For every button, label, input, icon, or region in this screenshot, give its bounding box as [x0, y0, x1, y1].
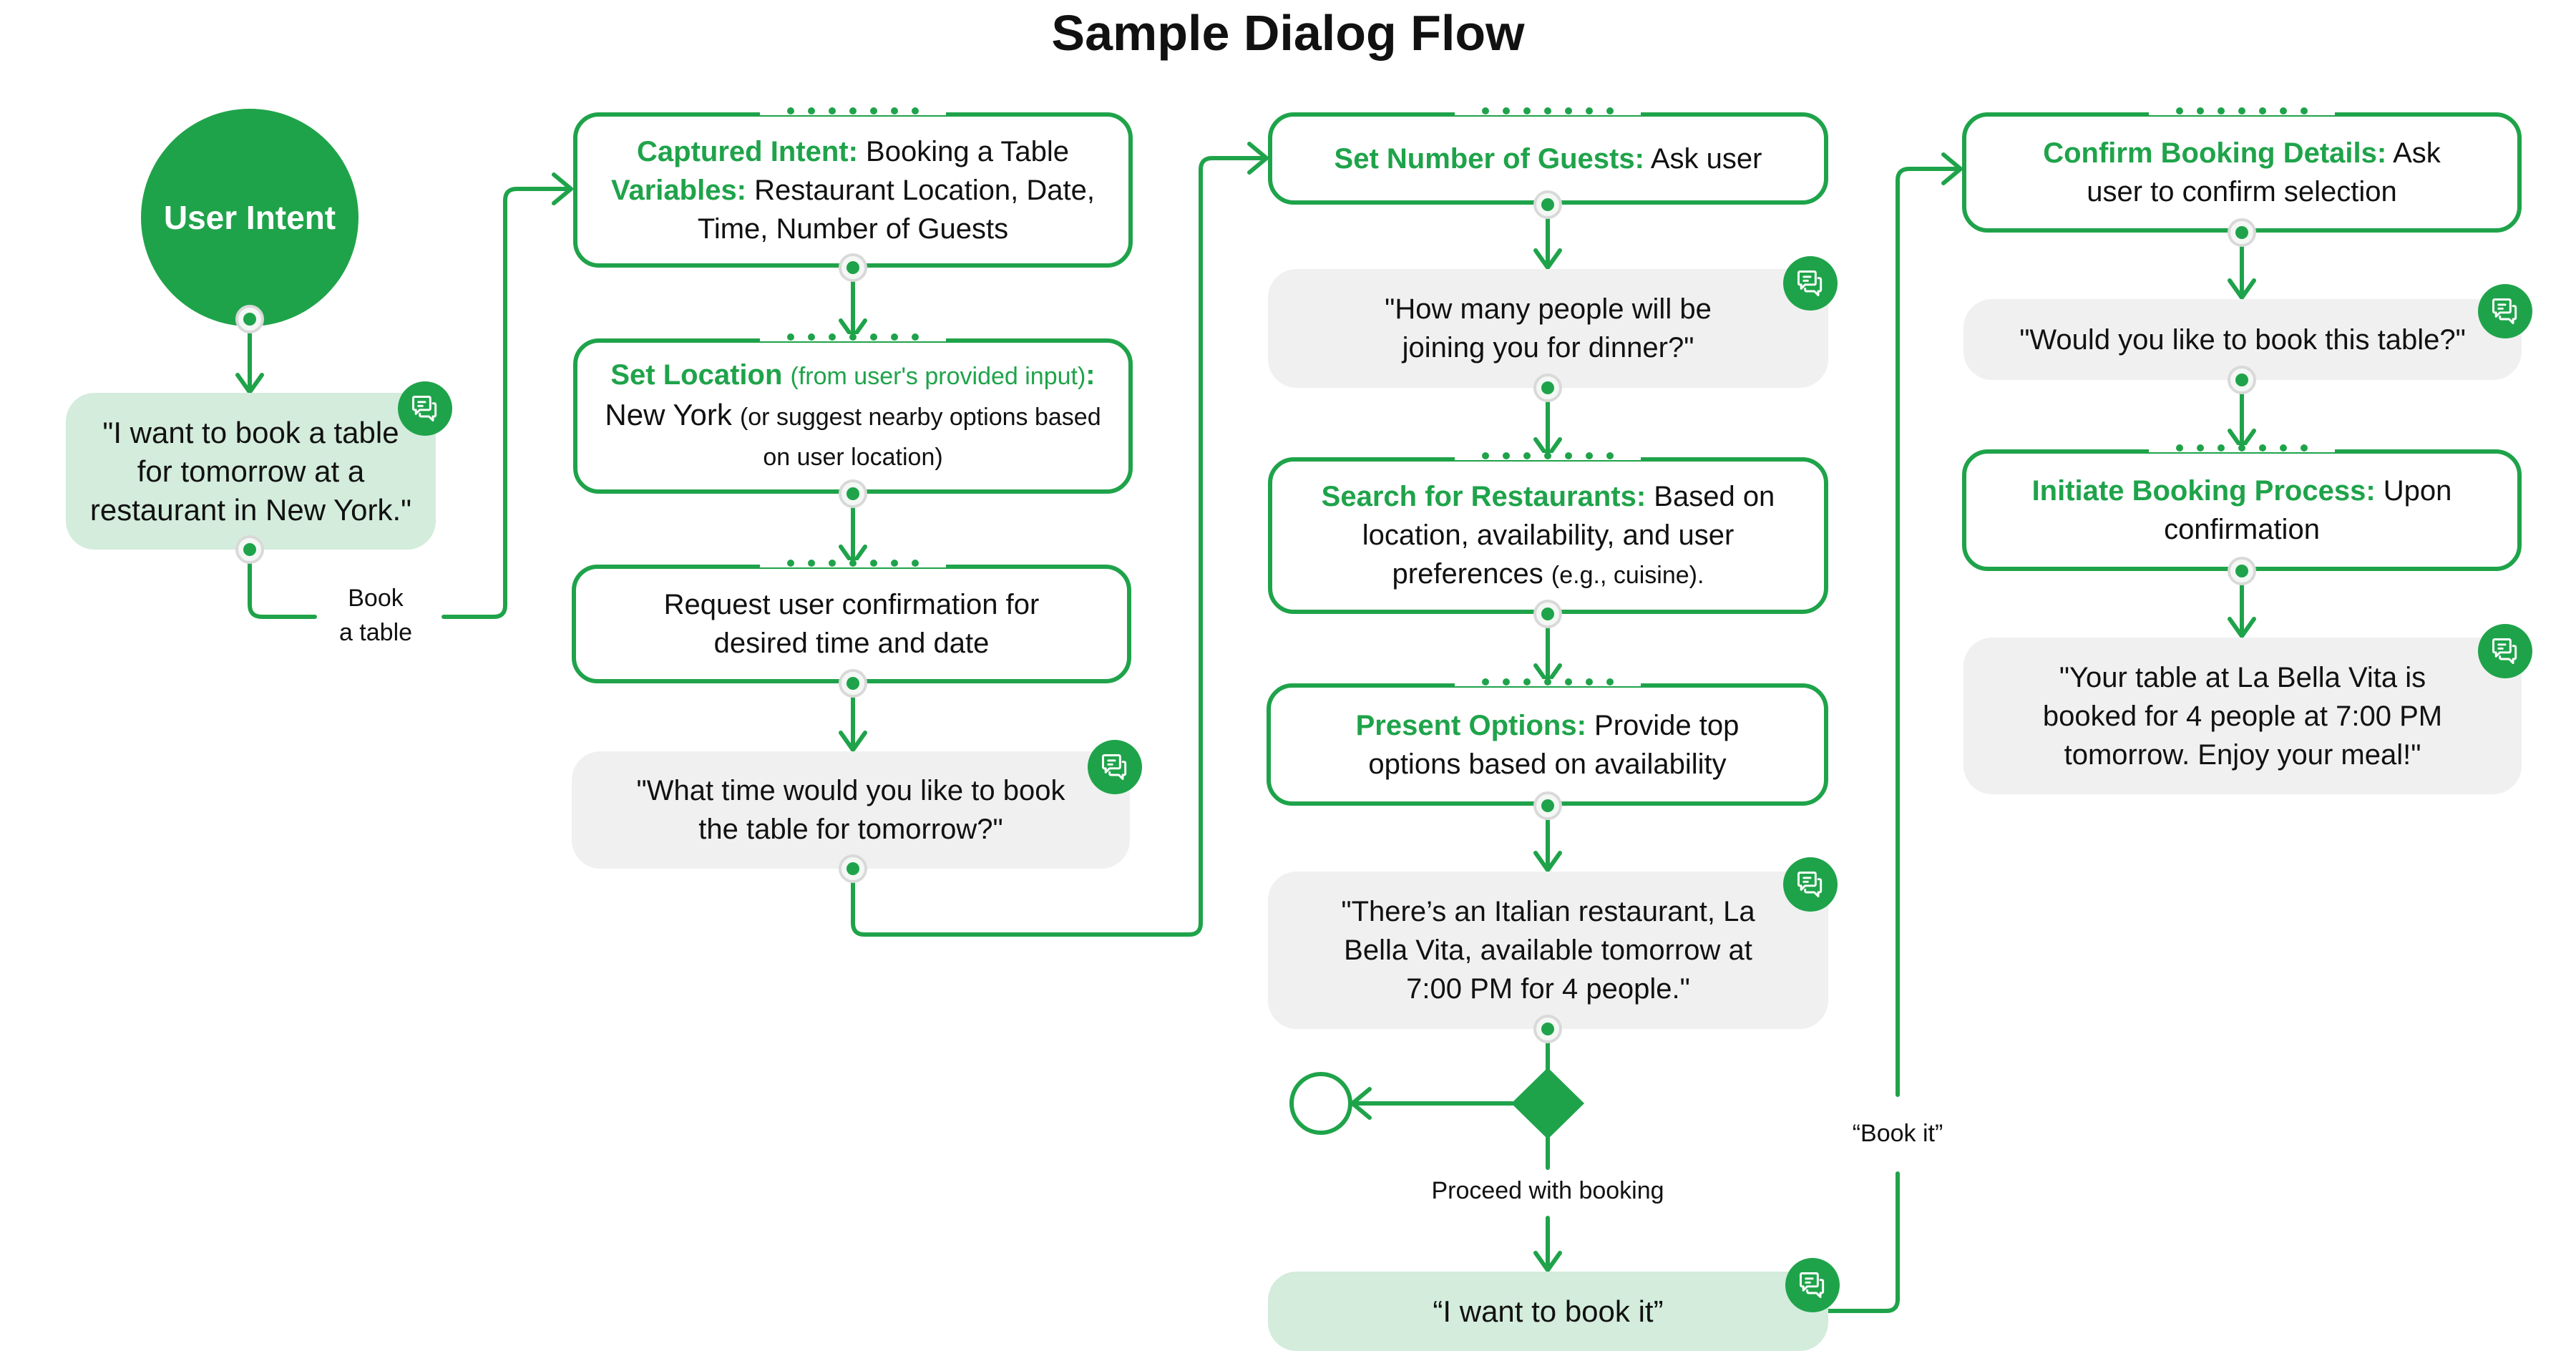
- variables-value: Restaurant Location, Date, Time, Number …: [697, 174, 1095, 245]
- prompt-text: "How many people will be joining you for…: [1385, 293, 1712, 364]
- node-captured-intent[interactable]: Captured Intent: Booking a Table Variabl…: [573, 112, 1133, 268]
- edge-label-line: Book: [348, 585, 404, 612]
- present-key: Present Options:: [1355, 709, 1586, 741]
- utterance-text: “I want to book it”: [1433, 1294, 1664, 1328]
- edge-label-text: Proceed with booking: [1431, 1177, 1664, 1204]
- user-utterance-book-it[interactable]: “I want to book it”: [1268, 1272, 1828, 1351]
- node-set-location[interactable]: Set Location (from user's provided input…: [573, 338, 1133, 494]
- edge-utterance-to-captured: [248, 547, 317, 619]
- node-confirm-booking[interactable]: Confirm Booking Details: Ask user to con…: [1962, 112, 2522, 233]
- search-key: Search for Restaurants:: [1321, 480, 1646, 512]
- bot-offer-restaurant[interactable]: "There’s an Italian restaurant, La Bella…: [1268, 872, 1828, 1029]
- chat-icon: [398, 381, 452, 436]
- chat-icon: [2478, 624, 2532, 678]
- page-title: Sample Dialog Flow: [1051, 5, 1525, 61]
- offer-text: "There’s an Italian restaurant, La Bella…: [1341, 896, 1755, 1005]
- chat-icon: [1783, 857, 1838, 912]
- chat-icon: [1783, 256, 1838, 311]
- colon: :: [1085, 359, 1096, 391]
- chat-icon: [1785, 1258, 1840, 1312]
- bot-prompt-guests[interactable]: "How many people will be joining you for…: [1268, 269, 1828, 388]
- confirmation-text: "Your table at La Bella Vita is booked f…: [2042, 661, 2443, 771]
- prompt-text: "What time would you like to book the ta…: [636, 775, 1065, 845]
- start-node-user-intent[interactable]: User Intent: [141, 109, 358, 326]
- edge-label-text: “Book it”: [1852, 1120, 1943, 1147]
- node-initiate-booking[interactable]: Initiate Booking Process: Upon confirmat…: [1962, 449, 2522, 571]
- confirm-key: Confirm Booking Details:: [2043, 137, 2387, 169]
- set-location-note: (from user's provided input): [790, 363, 1086, 390]
- start-label: User Intent: [163, 199, 336, 236]
- set-guests-value: Ask user: [1650, 142, 1762, 175]
- set-location-key: Set Location: [610, 359, 783, 391]
- chat-icon: [1088, 740, 1142, 794]
- chat-icon: [2478, 284, 2532, 338]
- node-set-guests[interactable]: Set Number of Guests: Ask user: [1268, 112, 1828, 205]
- user-utterance-book-table[interactable]: "I want to book a table for tomorrow at …: [66, 393, 436, 550]
- bot-prompt-confirm[interactable]: "Would you like to book this table?": [1963, 299, 2522, 380]
- node-search-restaurants[interactable]: Search for Restaurants: Based on locatio…: [1268, 457, 1828, 614]
- edge-label-book-a-table: Book a table: [326, 581, 426, 650]
- prompt-text: "Would you like to book this table?": [2019, 323, 2466, 356]
- utterance-text: "I want to book a table for tomorrow at …: [89, 415, 412, 527]
- request-text: Request user confirmation for desired ti…: [663, 589, 1040, 659]
- decision-diamond: [1511, 1068, 1584, 1139]
- edge-label-line: a table: [338, 619, 413, 646]
- node-present-options[interactable]: Present Options: Provide top options bas…: [1267, 683, 1828, 806]
- bot-booking-confirmed[interactable]: "Your table at La Bella Vita is booked f…: [1963, 638, 2522, 794]
- variables-key: Variables:: [611, 174, 747, 206]
- bot-prompt-time[interactable]: "What time would you like to book the ta…: [572, 751, 1130, 869]
- captured-intent-key: Captured Intent:: [637, 135, 858, 167]
- edge-label-proceed: Proceed with booking: [1390, 1174, 1705, 1208]
- location-value: New York: [605, 398, 732, 431]
- initiate-key: Initiate Booking Process:: [2031, 475, 2376, 507]
- end-node: [1289, 1072, 1352, 1135]
- set-guests-key: Set Number of Guests:: [1334, 142, 1644, 175]
- captured-intent-value: Booking a Table: [866, 135, 1069, 167]
- edge-label-book-it: “Book it”: [1840, 1116, 1955, 1151]
- location-note: (or suggest nearby options based on user…: [739, 404, 1101, 471]
- node-request-confirmation[interactable]: Request user confirmation for desired ti…: [572, 565, 1131, 683]
- search-note: (e.g., cuisine).: [1551, 561, 1704, 589]
